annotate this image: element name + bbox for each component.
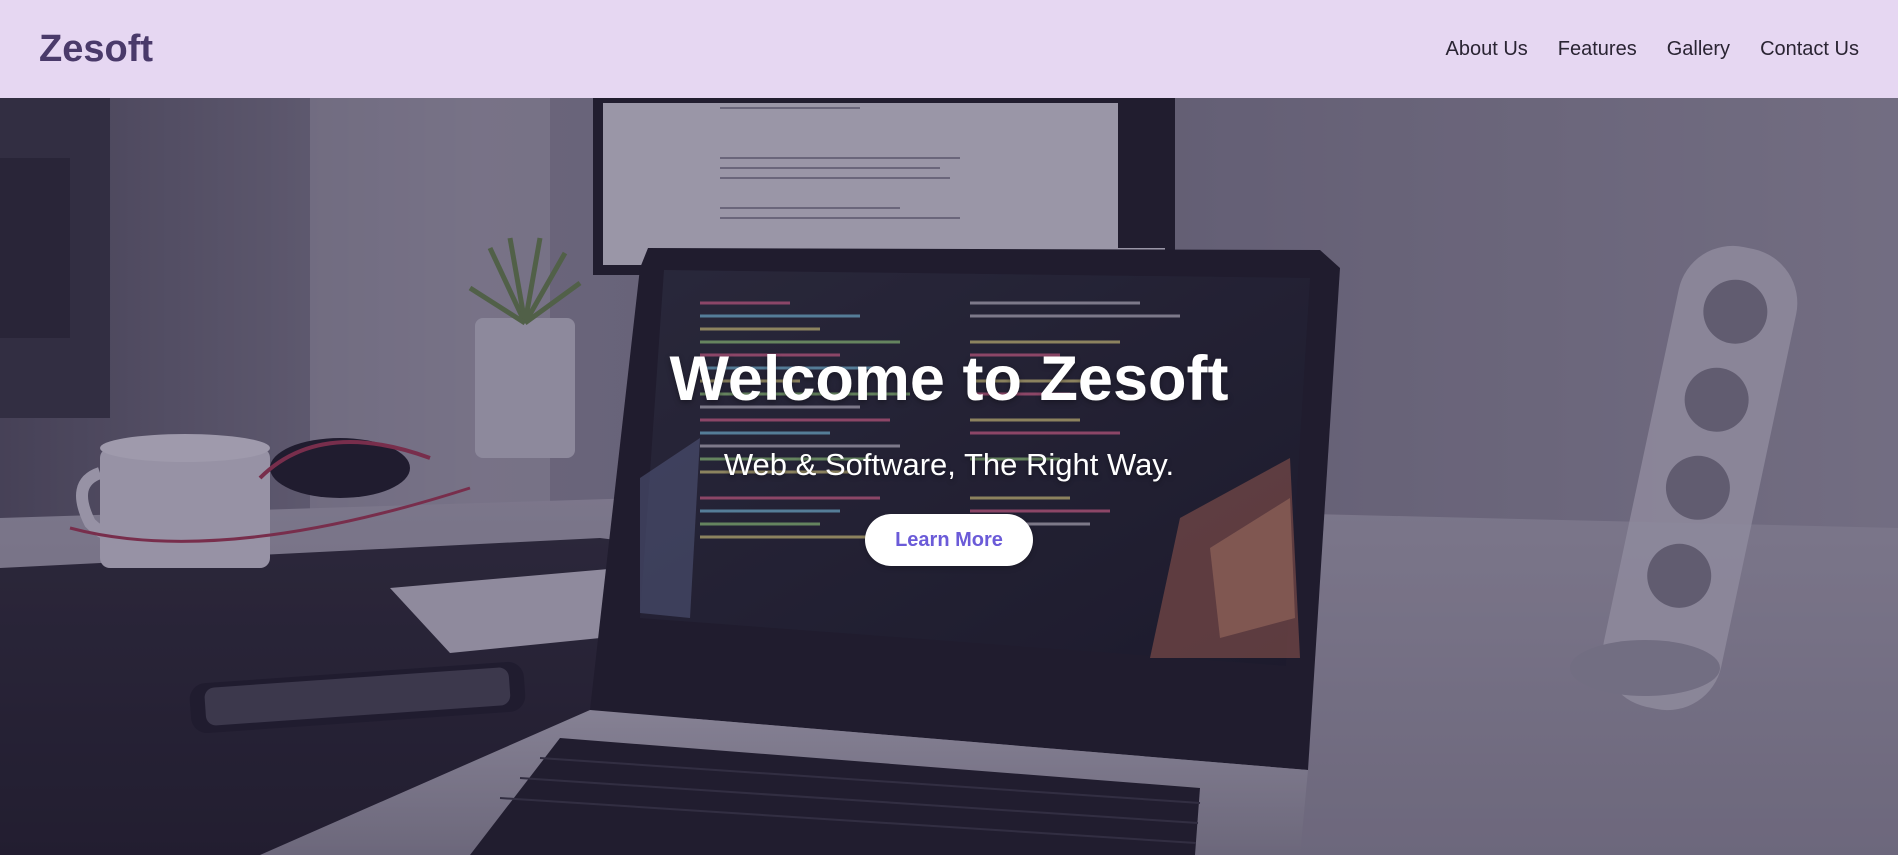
- brand-logo[interactable]: Zesoft: [39, 28, 153, 71]
- nav-link-contact-us[interactable]: Contact Us: [1760, 38, 1859, 61]
- nav-link-about-us[interactable]: About Us: [1446, 38, 1528, 61]
- nav-links: About Us Features Gallery Contact Us: [1446, 38, 1860, 61]
- nav-link-gallery[interactable]: Gallery: [1667, 38, 1730, 61]
- nav-link-features[interactable]: Features: [1558, 38, 1637, 61]
- hero-title: Welcome to Zesoft: [669, 344, 1229, 414]
- hero-content: Welcome to Zesoft Web & Software, The Ri…: [0, 98, 1898, 855]
- hero-subtitle: Web & Software, The Right Way.: [723, 447, 1175, 482]
- hero-section: Welcome to Zesoft Web & Software, The Ri…: [0, 98, 1898, 855]
- navbar: Zesoft About Us Features Gallery Contact…: [0, 0, 1898, 98]
- learn-more-button[interactable]: Learn More: [865, 514, 1033, 566]
